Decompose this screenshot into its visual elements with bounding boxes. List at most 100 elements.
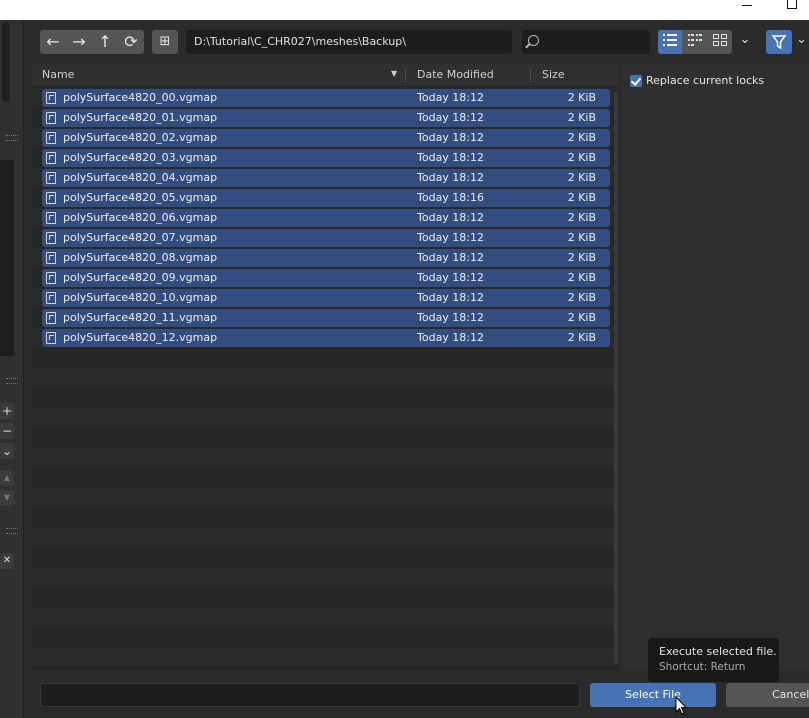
file-date: Today 18:12 <box>417 331 485 344</box>
cancel-button[interactable]: Cancel <box>726 683 809 707</box>
select-file-button[interactable]: Select File <box>590 683 716 707</box>
horizontal-list-view-button[interactable] <box>683 30 707 54</box>
table-row[interactable]: polySurface4820_03.vgmap Today 18:12 2 KiB <box>42 149 610 167</box>
file-icon <box>46 312 56 324</box>
new-folder-button[interactable]: ⊞ <box>152 30 178 54</box>
maximize-button[interactable] <box>772 0 809 20</box>
table-row[interactable]: polySurface4820_11.vgmap Today 18:12 2 KiB <box>42 309 610 327</box>
table-row[interactable]: polySurface4820_00.vgmap Today 18:12 2 KiB <box>42 89 610 107</box>
file-size: 2 KiB <box>567 331 596 344</box>
column-size-header[interactable]: Size <box>542 64 565 86</box>
file-name: polySurface4820_08.vgmap <box>63 251 218 264</box>
search-input[interactable] <box>522 30 650 54</box>
back-button[interactable]: ← <box>40 30 66 54</box>
list-stripe <box>32 607 618 627</box>
file-name: polySurface4820_11.vgmap <box>63 311 218 324</box>
file-size: 2 KiB <box>567 151 596 164</box>
file-icon <box>46 272 56 284</box>
list-stripe <box>32 587 618 607</box>
file-date: Today 18:12 <box>417 151 485 164</box>
vertical-list-view-button[interactable] <box>658 30 682 54</box>
file-name: polySurface4820_12.vgmap <box>63 331 218 344</box>
file-date: Today 18:12 <box>417 311 485 324</box>
move-up-button[interactable]: ▲ <box>0 470 14 486</box>
table-row[interactable]: polySurface4820_05.vgmap Today 18:16 2 KiB <box>42 189 610 207</box>
file-icon <box>46 192 56 204</box>
refresh-button[interactable]: ⟳ <box>118 30 144 54</box>
file-size: 2 KiB <box>567 111 596 124</box>
table-row[interactable]: polySurface4820_08.vgmap Today 18:12 2 KiB <box>42 249 610 267</box>
column-date-header[interactable]: Date Modified <box>417 64 494 86</box>
file-icon <box>46 232 56 244</box>
list-stripe <box>32 407 618 427</box>
table-row[interactable]: polySurface4820_01.vgmap Today 18:12 2 KiB <box>42 109 610 127</box>
view-options-chevron-icon[interactable]: ⌄ <box>736 30 754 54</box>
list-stripe <box>32 347 618 367</box>
left-toolbar-strip: + − ⌄ ▲ ▼ ✕ <box>0 20 24 718</box>
file-date: Today 18:12 <box>417 91 485 104</box>
add-button[interactable]: + <box>0 403 14 419</box>
filter-chevron-icon[interactable]: ⌄ <box>796 30 809 54</box>
column-divider[interactable] <box>530 68 531 82</box>
remove-button[interactable]: − <box>0 423 14 439</box>
table-row[interactable]: polySurface4820_07.vgmap Today 18:12 2 KiB <box>42 229 610 247</box>
directory-path-input[interactable]: D:\Tutorial\C_CHR027\meshes\Backup\ <box>186 30 512 54</box>
move-down-button[interactable]: ▼ <box>0 490 14 506</box>
thumbnail-view-button[interactable] <box>708 30 732 54</box>
left-scrollbar[interactable] <box>2 22 10 102</box>
file-list-scrollbar[interactable] <box>614 92 618 664</box>
table-row[interactable]: polySurface4820_04.vgmap Today 18:12 2 KiB <box>42 169 610 187</box>
file-size: 2 KiB <box>567 291 596 304</box>
file-size: 2 KiB <box>567 311 596 324</box>
panel-grip-icon[interactable] <box>6 135 18 141</box>
list-stripe <box>32 627 618 647</box>
table-row[interactable]: polySurface4820_12.vgmap Today 18:12 2 KiB <box>42 329 610 347</box>
filter-button[interactable] <box>766 30 792 54</box>
list-stripe <box>32 647 618 667</box>
file-date: Today 18:12 <box>417 131 485 144</box>
chevron-down-icon[interactable]: ⌄ <box>0 443 14 459</box>
file-name: polySurface4820_02.vgmap <box>63 131 218 144</box>
list-stripe <box>32 667 618 670</box>
left-panel-area <box>0 160 14 356</box>
operator-options-panel <box>622 64 809 670</box>
file-size: 2 KiB <box>567 211 596 224</box>
mouse-cursor-icon <box>675 696 688 715</box>
column-name-header[interactable]: Name <box>42 64 74 86</box>
file-name: polySurface4820_03.vgmap <box>63 151 218 164</box>
file-icon <box>46 172 56 184</box>
close-icon[interactable]: ✕ <box>0 553 14 569</box>
sort-descending-icon: ▼ <box>391 69 398 78</box>
file-name: polySurface4820_07.vgmap <box>63 231 218 244</box>
file-icon <box>46 132 56 144</box>
table-row[interactable]: polySurface4820_02.vgmap Today 18:12 2 KiB <box>42 129 610 147</box>
file-size: 2 KiB <box>567 191 596 204</box>
table-row[interactable]: polySurface4820_09.vgmap Today 18:12 2 KiB <box>42 269 610 287</box>
display-mode-group <box>658 30 732 54</box>
file-date: Today 18:12 <box>417 211 485 224</box>
file-date: Today 18:16 <box>417 191 485 204</box>
list-stripe <box>32 547 618 567</box>
file-date: Today 18:12 <box>417 171 485 184</box>
table-row[interactable]: polySurface4820_10.vgmap Today 18:12 2 KiB <box>42 289 610 307</box>
file-list[interactable]: Name ▼ Date Modified Size polySurface482… <box>32 64 618 670</box>
forward-button[interactable]: → <box>66 30 92 54</box>
file-name: polySurface4820_04.vgmap <box>63 171 218 184</box>
replace-locks-checkbox[interactable] <box>630 75 642 87</box>
parent-directory-button[interactable]: ↑ <box>92 30 118 54</box>
file-icon <box>46 92 56 104</box>
file-name: polySurface4820_00.vgmap <box>63 91 218 104</box>
minimize-button[interactable] <box>727 0 767 20</box>
file-name: polySurface4820_06.vgmap <box>63 211 218 224</box>
list-stripe <box>32 507 618 527</box>
column-divider[interactable] <box>405 68 406 82</box>
file-name: polySurface4820_05.vgmap <box>63 191 218 204</box>
replace-locks-label[interactable]: Replace current locks <box>646 73 764 89</box>
tooltip: Execute selected file. Shortcut: Return <box>648 638 779 682</box>
list-stripe <box>32 567 618 587</box>
table-row[interactable]: polySurface4820_06.vgmap Today 18:12 2 KiB <box>42 209 610 227</box>
filename-input[interactable] <box>40 683 580 707</box>
list-stripe <box>32 427 618 447</box>
panel-grip-icon[interactable] <box>6 378 18 384</box>
panel-grip-icon[interactable] <box>6 528 18 534</box>
